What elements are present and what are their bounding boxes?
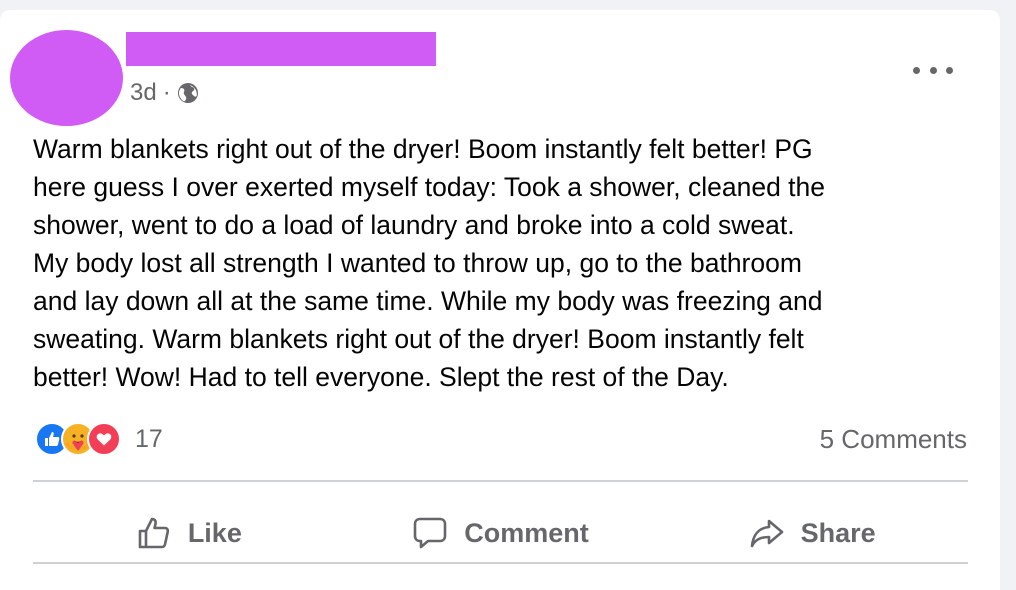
comments-count-link[interactable]: 5 Comments (820, 424, 967, 455)
globe-icon[interactable] (177, 82, 199, 104)
like-icon (138, 517, 169, 549)
post-meta: 3d · (130, 79, 199, 107)
comment-icon (413, 517, 447, 549)
share-icon (750, 519, 783, 548)
divider (33, 562, 968, 564)
reactions-summary[interactable]: 17 (35, 422, 163, 456)
love-reaction-icon (87, 422, 121, 456)
post-timestamp[interactable]: 3d (130, 79, 157, 107)
divider (33, 480, 968, 482)
comment-label: Comment (464, 517, 589, 548)
share-label: Share (800, 517, 876, 548)
more-options-icon (913, 60, 953, 80)
avatar[interactable] (10, 30, 123, 126)
post-card: 3d · Warm blankets right out of the drye… (0, 10, 1000, 590)
more-options-button[interactable] (910, 55, 956, 85)
like-label: Like (187, 517, 242, 548)
post-text: Warm blankets right out of the dryer! Bo… (33, 134, 826, 392)
author-name-redacted[interactable] (126, 32, 436, 66)
reaction-count: 17 (135, 424, 163, 453)
meta-separator: · (162, 79, 171, 106)
